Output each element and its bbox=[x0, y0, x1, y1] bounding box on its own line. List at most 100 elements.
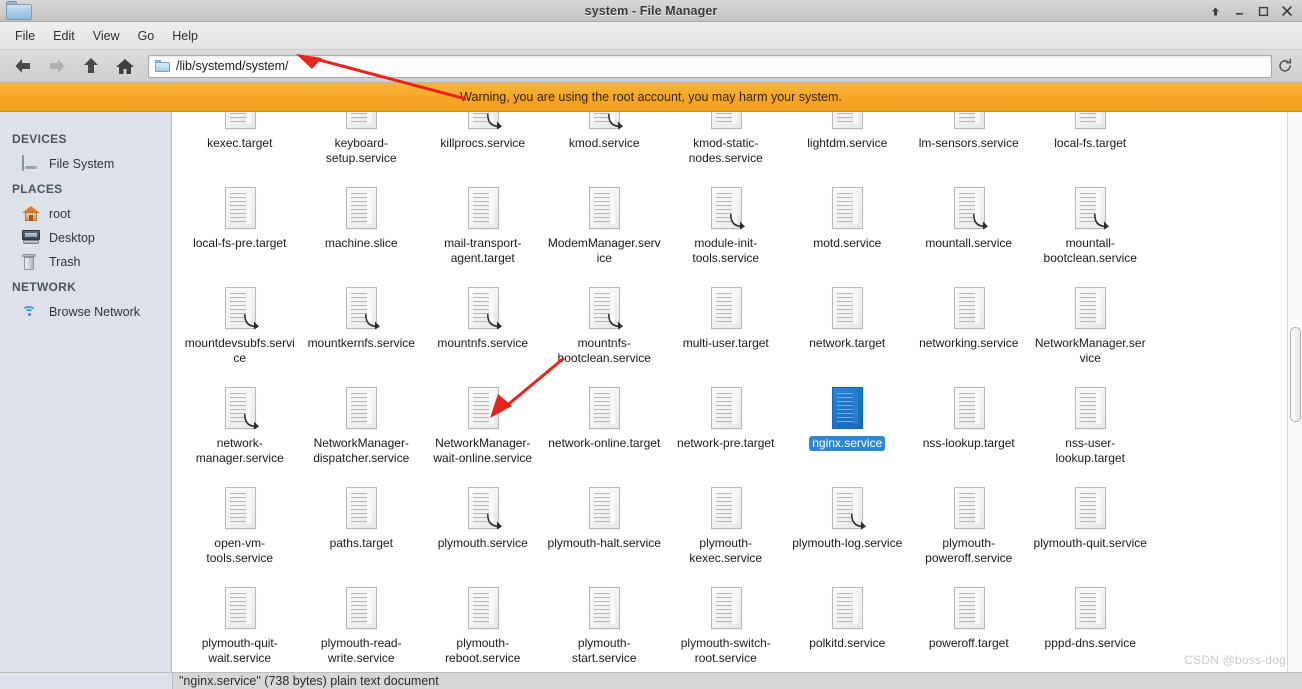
maximize-button[interactable] bbox=[1256, 3, 1270, 19]
file-item[interactable]: plymouth-start.service bbox=[544, 580, 666, 672]
file-item[interactable]: kmod-static-nodes.service bbox=[665, 112, 787, 180]
text-file-icon bbox=[708, 486, 744, 532]
file-item[interactable]: lightdm.service bbox=[787, 112, 909, 180]
sidebar-item-browse-network[interactable]: Browse Network bbox=[0, 300, 171, 324]
close-button[interactable] bbox=[1280, 3, 1294, 19]
file-item[interactable]: plymouth-poweroff.service bbox=[908, 480, 1030, 580]
text-file-icon bbox=[586, 486, 622, 532]
shade-button[interactable] bbox=[1208, 3, 1222, 19]
text-file-icon bbox=[586, 586, 622, 632]
file-icon-page bbox=[224, 112, 256, 129]
scrollbar-thumb[interactable] bbox=[1290, 327, 1301, 422]
file-item-label: NetworkManager-wait-online.service bbox=[433, 436, 533, 465]
file-item[interactable]: network-online.target bbox=[544, 380, 666, 480]
file-item[interactable]: multi-user.target bbox=[665, 280, 787, 380]
text-file-icon bbox=[343, 386, 379, 432]
file-item[interactable]: plymouth-log.service bbox=[787, 480, 909, 580]
file-item[interactable]: module-init-tools.service bbox=[665, 180, 787, 280]
file-item[interactable]: networking.service bbox=[908, 280, 1030, 380]
file-item[interactable]: machine.slice bbox=[301, 180, 423, 280]
reload-icon[interactable] bbox=[1274, 51, 1296, 81]
file-item[interactable]: network-pre.target bbox=[665, 380, 787, 480]
file-item[interactable]: ModemManager.service bbox=[544, 180, 666, 280]
location-folder-icon bbox=[155, 60, 170, 72]
minimize-button[interactable] bbox=[1232, 3, 1246, 19]
file-item-label: nss-user-lookup.target bbox=[1055, 436, 1125, 465]
file-icon-page bbox=[832, 387, 864, 429]
file-icon-page bbox=[224, 587, 256, 629]
file-item-label: paths.target bbox=[329, 536, 393, 550]
menu-file[interactable]: File bbox=[6, 26, 44, 46]
home-icon[interactable] bbox=[108, 51, 142, 81]
file-item[interactable]: mountall.service bbox=[908, 180, 1030, 280]
file-item-label: module-init-tools.service bbox=[692, 236, 760, 265]
menu-help[interactable]: Help bbox=[163, 26, 207, 46]
file-item[interactable]: lm-sensors.service bbox=[908, 112, 1030, 180]
file-grid: kexec.target keyboard-setup.service killpr… bbox=[173, 112, 1283, 672]
file-icon-page bbox=[710, 587, 742, 629]
file-icon-page bbox=[467, 187, 499, 229]
file-item[interactable]: polkitd.service bbox=[787, 580, 909, 672]
file-item[interactable]: nginx.service bbox=[787, 380, 909, 480]
file-item[interactable]: mountnfs-bootclean.service bbox=[544, 280, 666, 380]
file-item[interactable]: NetworkManager-dispatcher.service bbox=[301, 380, 423, 480]
file-item[interactable]: NetworkManager-wait-online.service bbox=[422, 380, 544, 480]
file-item[interactable]: nss-user-lookup.target bbox=[1030, 380, 1152, 480]
file-item-label: open-vm-tools.service bbox=[206, 536, 274, 565]
file-item[interactable]: mountdevsubfs.service bbox=[179, 280, 301, 380]
menu-view[interactable]: View bbox=[84, 26, 129, 46]
text-file-icon bbox=[465, 186, 501, 232]
text-file-symlink-icon bbox=[465, 486, 502, 532]
file-icon-lines bbox=[958, 393, 980, 424]
symlink-arrow-icon bbox=[607, 313, 624, 330]
location-bar[interactable]: /lib/systemd/system/ bbox=[148, 54, 1272, 78]
home-icon bbox=[22, 206, 40, 222]
text-file-icon bbox=[708, 286, 744, 332]
file-item[interactable]: plymouth.service bbox=[422, 480, 544, 580]
menu-edit[interactable]: Edit bbox=[44, 26, 84, 46]
file-icon-lines bbox=[594, 193, 616, 224]
file-item[interactable]: plymouth-halt.service bbox=[544, 480, 666, 580]
file-item[interactable]: killprocs.service bbox=[422, 112, 544, 180]
file-item[interactable]: plymouth-quit.service bbox=[1030, 480, 1152, 580]
desktop-icon bbox=[22, 230, 40, 246]
file-item[interactable]: mountkernfs.service bbox=[301, 280, 423, 380]
file-icon-lines bbox=[837, 293, 859, 324]
file-item[interactable]: plymouth-reboot.service bbox=[422, 580, 544, 672]
file-item[interactable]: local-fs.target bbox=[1030, 112, 1152, 180]
file-icon-lines bbox=[229, 493, 251, 524]
file-item[interactable]: plymouth-quit-wait.service bbox=[179, 580, 301, 672]
file-item[interactable]: mountall-bootclean.service bbox=[1030, 180, 1152, 280]
file-icon-lines bbox=[958, 493, 980, 524]
file-item[interactable]: keyboard-setup.service bbox=[301, 112, 423, 180]
back-arrow-icon[interactable] bbox=[6, 51, 40, 81]
file-item[interactable]: plymouth-read-write.service bbox=[301, 580, 423, 672]
file-item[interactable]: local-fs-pre.target bbox=[179, 180, 301, 280]
file-item[interactable]: paths.target bbox=[301, 480, 423, 580]
file-item[interactable]: kmod.service bbox=[544, 112, 666, 180]
sidebar-item-file-system[interactable]: File System bbox=[0, 152, 171, 176]
file-item[interactable]: NetworkManager.service bbox=[1030, 280, 1152, 380]
file-item[interactable]: mail-transport-agent.target bbox=[422, 180, 544, 280]
vertical-scrollbar[interactable] bbox=[1287, 112, 1302, 672]
file-item[interactable]: network.target bbox=[787, 280, 909, 380]
sidebar-item-desktop[interactable]: Desktop bbox=[0, 226, 171, 250]
menu-go[interactable]: Go bbox=[129, 26, 164, 46]
file-item[interactable]: poweroff.target bbox=[908, 580, 1030, 672]
file-item[interactable]: plymouth-switch-root.service bbox=[665, 580, 787, 672]
text-file-icon bbox=[465, 586, 501, 632]
file-item[interactable]: motd.service bbox=[787, 180, 909, 280]
file-icon-lines bbox=[837, 593, 859, 624]
file-item[interactable]: pppd-dns.service bbox=[1030, 580, 1152, 672]
file-grid-view[interactable]: kexec.target keyboard-setup.service killpr… bbox=[173, 112, 1302, 672]
sidebar-item-root[interactable]: root bbox=[0, 202, 171, 226]
file-item[interactable]: nss-lookup.target bbox=[908, 380, 1030, 480]
file-item[interactable]: open-vm-tools.service bbox=[179, 480, 301, 580]
file-item[interactable]: mountnfs.service bbox=[422, 280, 544, 380]
up-arrow-icon[interactable] bbox=[74, 51, 108, 81]
symlink-arrow-icon bbox=[243, 413, 260, 430]
file-item[interactable]: plymouth-kexec.service bbox=[665, 480, 787, 580]
sidebar-item-trash[interactable]: Trash bbox=[0, 250, 171, 274]
file-item[interactable]: kexec.target bbox=[179, 112, 301, 180]
file-item[interactable]: network-manager.service bbox=[179, 380, 301, 480]
